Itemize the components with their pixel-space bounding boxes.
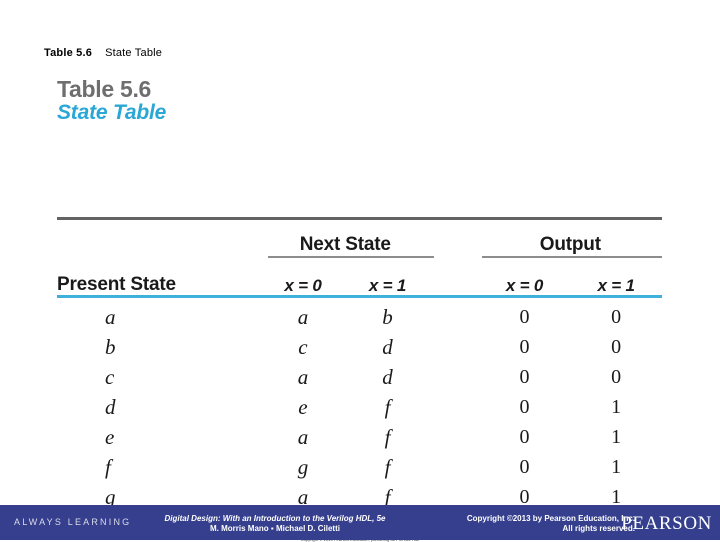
sub-header-row: Present State x = 0 x = 1 x = 0 x = 1 — [57, 256, 662, 296]
header-next-x0: x = 0 — [261, 256, 346, 296]
cell-out-x1: 1 — [611, 395, 622, 418]
pearson-logo: PEARSON — [621, 513, 712, 534]
cell-present-state: d — [105, 394, 116, 419]
group-header-spacer — [57, 220, 261, 256]
footer-tagline: ALWAYS LEARNING — [14, 517, 132, 527]
group-header-next-state: Next State — [299, 234, 391, 255]
footer-book-title: Digital Design: With an Introduction to … — [164, 514, 386, 523]
cell-present-state: a — [105, 304, 116, 329]
state-table-body: a a b 0 0 b c d 0 0 c a d 0 0 d e f 0 1 … — [57, 296, 662, 512]
cell-gap — [430, 332, 479, 362]
cell-present-state: f — [105, 454, 111, 479]
footer-book-authors: M. Morris Mano ▪ Michael D. Ciletti — [210, 524, 340, 533]
cell-out-x0: 0 — [519, 305, 530, 328]
cell-present-state: b — [105, 334, 116, 359]
header-next-x0-label: x = 0 — [284, 276, 322, 295]
footer-book-info: Digital Design: With an Introduction to … — [130, 514, 420, 534]
cell-gap — [430, 296, 479, 332]
table-row: d e f 0 1 — [57, 392, 662, 422]
cell-next-x1: f — [384, 424, 391, 449]
cell-next-x0: c — [298, 334, 308, 359]
cell-next-x1: f — [384, 394, 391, 419]
figure-title-main: Table 5.6 — [57, 76, 152, 102]
cell-next-x1: b — [382, 304, 393, 329]
cell-out-x1: 1 — [611, 455, 622, 478]
cell-out-x0: 0 — [519, 395, 530, 418]
cell-next-x1: d — [382, 364, 393, 389]
group-header-gap — [430, 220, 479, 256]
cell-out-x0: 0 — [519, 365, 530, 388]
cell-present-state: e — [105, 424, 115, 449]
footer-copyright-line1: Copyright ©2013 by Pearson Education, In… — [466, 514, 635, 523]
cell-gap — [430, 362, 479, 392]
header-out-x1: x = 1 — [570, 256, 662, 296]
cell-out-x0: 0 — [519, 335, 530, 358]
figure-title-sub: State Table — [57, 101, 167, 125]
table-row: a a b 0 0 — [57, 296, 662, 332]
header-next-x1: x = 1 — [345, 256, 430, 296]
cell-next-x0: a — [297, 424, 309, 449]
cell-next-x0: g — [297, 454, 309, 479]
footer-copyright-line2: All rights reserved. — [562, 524, 635, 533]
state-table: Next State Output Present State x = 0 x … — [57, 220, 662, 512]
group-header-row: Next State Output — [57, 220, 662, 256]
header-present-state: Present State — [57, 274, 176, 295]
sub-header-gap — [430, 256, 479, 296]
slide-caption: Table 5.6 State Table — [44, 47, 162, 59]
cell-next-x1: f — [384, 454, 391, 479]
slide-footer: ALWAYS LEARNING Digital Design: With an … — [0, 505, 720, 540]
cell-next-x0: a — [297, 364, 309, 389]
group-header-output: Output — [539, 234, 601, 255]
cell-out-x0: 0 — [519, 455, 530, 478]
header-out-x1-label: x = 1 — [597, 276, 635, 295]
table-row: b c d 0 0 — [57, 332, 662, 362]
cell-next-x1: d — [382, 334, 393, 359]
header-next-x1-label: x = 1 — [368, 276, 407, 295]
cell-next-x0: e — [298, 394, 308, 419]
cell-out-x1: 0 — [611, 305, 622, 328]
cell-present-state: c — [105, 364, 115, 389]
slide-caption-text: State Table — [105, 47, 163, 59]
cell-gap — [430, 392, 479, 422]
cell-gap — [430, 422, 479, 452]
figure-state-table: Table 5.6 State Table Next State Output … — [0, 76, 720, 542]
figure-title: Table 5.6 State Table — [57, 76, 167, 125]
cell-out-x1: 0 — [611, 335, 622, 358]
cell-out-x0: 0 — [519, 425, 530, 448]
table-row: c a d 0 0 — [57, 362, 662, 392]
cell-next-x0: a — [297, 304, 309, 329]
state-table-head: Next State Output Present State x = 0 x … — [57, 220, 662, 296]
header-out-x0-label: x = 0 — [505, 276, 544, 295]
table-row: f g f 0 1 — [57, 452, 662, 482]
slide-caption-number: Table 5.6 — [44, 47, 93, 59]
footer-copyright: Copyright ©2013 by Pearson Education, In… — [405, 514, 635, 534]
table-row: e a f 0 1 — [57, 422, 662, 452]
cell-out-x1: 0 — [611, 365, 622, 388]
cell-gap — [430, 452, 479, 482]
header-out-x0: x = 0 — [479, 256, 571, 296]
cell-out-x1: 1 — [611, 425, 622, 448]
